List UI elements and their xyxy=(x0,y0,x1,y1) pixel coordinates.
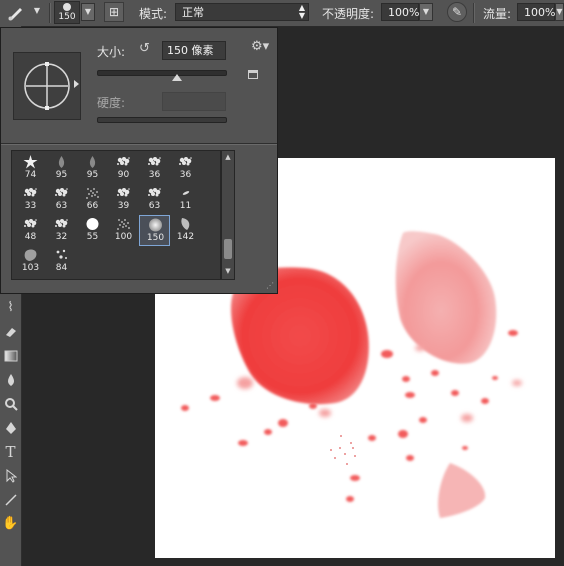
brush-preset-splatter[interactable]: 33 xyxy=(15,184,46,215)
brush-preset-blob[interactable]: 103 xyxy=(15,246,46,277)
size-input[interactable]: 150 像素 xyxy=(162,41,226,60)
opacity-input[interactable]: 100% xyxy=(381,3,419,21)
brush-presets-grid: 74 95 95 90 36 36 33 63 66 39 63 11 48 32 55 100 150 142 1… xyxy=(11,150,221,280)
brush-preset-splatter[interactable]: 36 xyxy=(139,153,170,184)
size-slider[interactable] xyxy=(97,70,227,81)
panel-divider xyxy=(1,143,277,145)
brush-preset-size: 48 xyxy=(24,232,37,242)
brush-preset-size: 95 xyxy=(86,170,99,180)
brush-preset-dash[interactable]: 11 xyxy=(170,184,201,215)
divider xyxy=(49,3,51,23)
brush-preset-size: 63 xyxy=(55,201,68,211)
flow-input[interactable]: 100% xyxy=(517,3,555,21)
reset-size-icon[interactable]: ↺ xyxy=(139,41,150,56)
flow-value: 100% xyxy=(524,6,556,19)
scroll-thumb[interactable] xyxy=(224,239,232,259)
opacity-dropdown[interactable]: ▼ xyxy=(419,3,433,21)
brush-preset-splatter[interactable]: 90 xyxy=(108,153,139,184)
resize-grip-icon[interactable]: ⋰ xyxy=(266,281,274,290)
hand-tool-icon[interactable]: ✋ xyxy=(0,512,21,536)
gradient-tool-icon[interactable] xyxy=(0,344,21,368)
hardness-label: 硬度: xyxy=(97,96,126,110)
brush-preset-splatter[interactable]: 63 xyxy=(139,184,170,215)
crosshair-icon xyxy=(24,62,70,110)
blur-tool-icon[interactable] xyxy=(0,368,21,392)
options-bar: ▼ 150 ▼ ⊞ 模式: 正常 ▲ ▼ 不透明度: 100% ▼ ✎ 流量: 1… xyxy=(0,0,564,27)
brush-preset-size: 39 xyxy=(117,201,130,211)
brush-tip-preview[interactable] xyxy=(13,52,81,120)
brush-preset-star[interactable]: 74 xyxy=(15,153,46,184)
brush-tip-icon xyxy=(63,3,71,11)
pen-tool-icon[interactable] xyxy=(0,416,21,440)
path-select-tool-icon[interactable] xyxy=(0,464,21,488)
line-tool-icon[interactable] xyxy=(0,488,21,512)
brush-preset-size: 100 xyxy=(114,232,133,242)
brush-preset-size: 33 xyxy=(24,201,37,211)
brush-preset-size: 142 xyxy=(176,232,195,242)
brush-preset-size: 36 xyxy=(179,170,192,180)
size-label: 大小: xyxy=(97,45,126,59)
dodge-tool-icon[interactable] xyxy=(0,392,21,416)
brush-preset-picker[interactable]: 150 xyxy=(54,1,80,24)
brush-preset-size: 84 xyxy=(55,263,68,273)
brush-preset-noise[interactable]: 100 xyxy=(108,215,139,246)
brush-preset-splatter[interactable]: 39 xyxy=(108,184,139,215)
patch-tool-icon[interactable]: ⌇ xyxy=(0,296,21,320)
brush-preset-round-soft[interactable]: 150 xyxy=(139,215,170,246)
brush-preset-size: 90 xyxy=(117,170,130,180)
hardness-input xyxy=(162,92,226,111)
brush-preset-size: 103 xyxy=(21,263,40,273)
scroll-down-icon[interactable]: ▼ xyxy=(222,267,234,275)
brush-preset-size: 32 xyxy=(55,232,68,242)
panel-settings-gear-icon[interactable]: ⚙▾ xyxy=(251,39,269,54)
preview-arrow-icon xyxy=(74,80,79,88)
new-preset-icon[interactable] xyxy=(248,70,258,79)
scroll-up-icon[interactable]: ▲ xyxy=(222,153,234,161)
brush-preset-noise[interactable]: 66 xyxy=(77,184,108,215)
opacity-label: 不透明度: xyxy=(322,7,375,21)
brush-preset-panel: 大小: ↺ 150 像素 ⚙▾ 硬度: 74 95 95 90 36 36 33 63 66 39… xyxy=(0,27,278,294)
brush-preset-size: 63 xyxy=(148,201,161,211)
brush-preset-splatter[interactable]: 36 xyxy=(170,153,201,184)
pressure-opacity-button[interactable]: ✎ xyxy=(447,2,467,22)
mode-label: 模式: xyxy=(139,7,168,21)
brush-preset-dots[interactable]: 84 xyxy=(46,246,77,277)
divider xyxy=(473,3,475,23)
brush-preset-splatter[interactable]: 63 xyxy=(46,184,77,215)
brush-preset-size: 55 xyxy=(86,232,99,242)
brush-size-value: 150 xyxy=(58,12,76,22)
brush-preset-size: 74 xyxy=(24,170,37,180)
brush-preset-size: 150 xyxy=(146,233,165,243)
brush-preset-size: 11 xyxy=(179,201,192,211)
mode-select[interactable]: 正常 ▲ ▼ xyxy=(175,3,309,21)
pen-pressure-icon: ✎ xyxy=(451,5,463,19)
brush-panel-icon: ⊞ xyxy=(108,5,120,19)
tool-preset-dropdown[interactable]: ▼ xyxy=(30,3,44,21)
eraser-tool-icon[interactable] xyxy=(0,320,21,344)
brush-preset-size: 66 xyxy=(86,201,99,211)
updown-arrow-icon: ▲ ▼ xyxy=(298,3,305,20)
size-value: 150 像素 xyxy=(167,44,214,57)
type-tool-icon[interactable]: T xyxy=(0,440,21,464)
mode-value: 正常 xyxy=(182,6,204,19)
brush-preset-splatter[interactable]: 32 xyxy=(46,215,77,246)
presets-scrollbar[interactable]: ▲ ▼ xyxy=(221,150,235,280)
brush-preset-drop[interactable]: 95 xyxy=(46,153,77,184)
brush-preset-drop[interactable]: 95 xyxy=(77,153,108,184)
opacity-value: 100% xyxy=(388,6,420,19)
brush-preset-size: 95 xyxy=(55,170,68,180)
brush-preset-dropdown[interactable]: ▼ xyxy=(81,3,95,21)
brush-preset-leaf[interactable]: 142 xyxy=(170,215,201,246)
flow-dropdown[interactable]: ▼ xyxy=(555,3,564,21)
brush-preset-size: 36 xyxy=(148,170,161,180)
brush-preset-splatter[interactable]: 48 xyxy=(15,215,46,246)
brush-panel-toggle-button[interactable]: ⊞ xyxy=(104,2,124,22)
flow-label: 流量: xyxy=(483,7,512,21)
size-slider-thumb[interactable] xyxy=(172,74,182,81)
brush-preset-round-hard[interactable]: 55 xyxy=(77,215,108,246)
brush-tool-icon[interactable] xyxy=(6,2,28,22)
hardness-slider xyxy=(97,117,227,123)
